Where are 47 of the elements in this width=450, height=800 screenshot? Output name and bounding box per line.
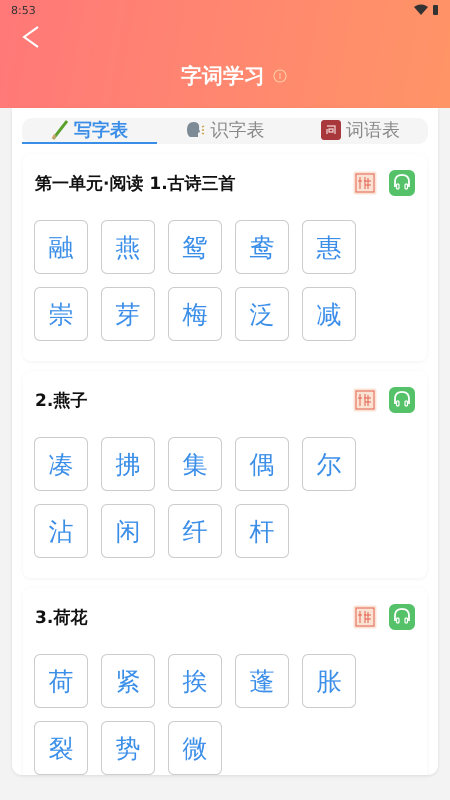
character-tile[interactable]: 裂 bbox=[34, 721, 88, 775]
tab[interactable]: 写字表 bbox=[22, 118, 158, 144]
character-tile[interactable]: 泛 bbox=[235, 287, 289, 341]
headphones-icon[interactable] bbox=[389, 604, 415, 630]
character-tile[interactable]: 鸳 bbox=[168, 220, 222, 274]
book-icon bbox=[320, 120, 341, 140]
character-tile[interactable]: 融 bbox=[34, 220, 88, 274]
headphones-icon[interactable] bbox=[389, 170, 415, 196]
character-tile[interactable]: 杆 bbox=[235, 504, 289, 558]
character-tile[interactable]: 偶 bbox=[235, 437, 289, 491]
back-icon[interactable] bbox=[22, 25, 40, 49]
character-tile[interactable]: 芽 bbox=[101, 287, 155, 341]
speaking-head-icon bbox=[185, 121, 206, 139]
character-tile[interactable]: 蓬 bbox=[235, 654, 289, 708]
character-tile[interactable]: 势 bbox=[101, 721, 155, 775]
lesson-title: 3.荷花 bbox=[35, 606, 88, 628]
tab[interactable]: 识字表 bbox=[157, 118, 293, 144]
headphones-icon[interactable] bbox=[389, 387, 415, 413]
character-tile[interactable]: 惠 bbox=[302, 220, 356, 274]
character-tile[interactable]: 鸯 bbox=[235, 220, 289, 274]
character-tile[interactable]: 燕 bbox=[101, 220, 155, 274]
page-title: 字词学习 bbox=[181, 63, 265, 90]
lesson-title: 第一单元·阅读 1.古诗三首 bbox=[35, 172, 237, 194]
character-tile[interactable]: 胀 bbox=[302, 654, 356, 708]
character-tile[interactable]: 荷 bbox=[34, 654, 88, 708]
character-tile[interactable]: 挨 bbox=[168, 654, 222, 708]
character-tile[interactable]: 梅 bbox=[168, 287, 222, 341]
character-tile[interactable]: 沾 bbox=[34, 504, 88, 558]
pencil-icon bbox=[51, 120, 70, 140]
character-tile[interactable]: 紧 bbox=[101, 654, 155, 708]
lesson-title: 2.燕子 bbox=[35, 390, 88, 412]
tab[interactable]: 词语表 bbox=[292, 118, 428, 144]
seal-icon[interactable] bbox=[353, 171, 377, 195]
seal-icon[interactable] bbox=[353, 388, 377, 412]
character-tile[interactable]: 尔 bbox=[302, 437, 356, 491]
character-tile[interactable]: 微 bbox=[168, 721, 222, 775]
wifi-battery-icon bbox=[414, 4, 440, 16]
character-tile[interactable]: 崇 bbox=[34, 287, 88, 341]
status-time: 8:53 bbox=[11, 4, 36, 16]
character-tile[interactable]: 集 bbox=[168, 437, 222, 491]
character-tile[interactable]: 减 bbox=[302, 287, 356, 341]
info-icon[interactable] bbox=[273, 69, 287, 83]
character-tile[interactable]: 凑 bbox=[34, 437, 88, 491]
seal-icon[interactable] bbox=[353, 605, 377, 629]
character-tile[interactable]: 拂 bbox=[101, 437, 155, 491]
character-tile[interactable]: 纤 bbox=[168, 504, 222, 558]
character-tile[interactable]: 闲 bbox=[101, 504, 155, 558]
